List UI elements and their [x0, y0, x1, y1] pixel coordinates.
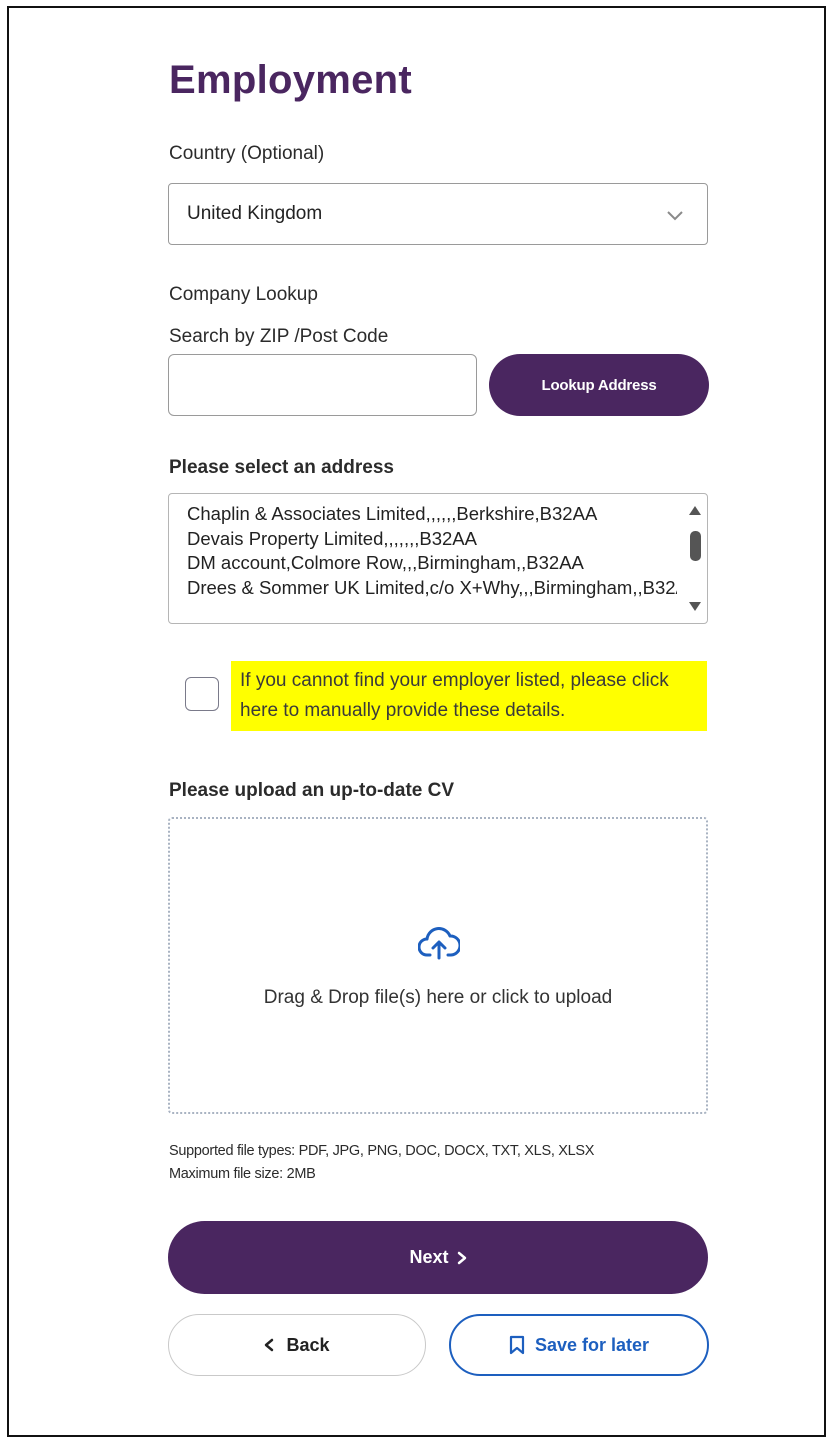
file-requirements: Supported file types: PDF, JPG, PNG, DOC…: [169, 1140, 594, 1186]
address-option[interactable]: Devais Property Limited,,,,,,,B32AA: [187, 527, 677, 552]
back-button-label: Back: [286, 1334, 330, 1355]
bookmark-icon: [509, 1335, 525, 1355]
next-button-label: Next: [409, 1247, 449, 1267]
back-button[interactable]: Back: [168, 1314, 426, 1376]
zip-search-label: Search by ZIP /Post Code: [169, 326, 389, 347]
next-button[interactable]: Next: [168, 1221, 708, 1294]
address-listbox[interactable]: Chaplin & Associates Limited,,,,,,Berksh…: [168, 493, 708, 624]
address-select-label: Please select an address: [169, 457, 394, 478]
chevron-down-icon: [667, 211, 683, 221]
cloud-upload-icon: [418, 927, 460, 960]
manual-entry-text[interactable]: If you cannot find your employer listed,…: [231, 661, 707, 731]
address-option[interactable]: DM account,Colmore Row,,,Birmingham,,B32…: [187, 551, 677, 576]
company-lookup-heading: Company Lookup: [169, 284, 318, 305]
country-label: Country (Optional): [169, 143, 325, 164]
dropzone-text: Drag & Drop file(s) here or click to upl…: [263, 987, 613, 1008]
page-frame: Employment Country (Optional) United Kin…: [7, 6, 826, 1437]
lookup-address-button[interactable]: Lookup Address: [489, 354, 709, 416]
save-button-label: Save for later: [534, 1334, 650, 1355]
scroll-thumb[interactable]: [690, 531, 701, 561]
cv-upload-label: Please upload an up-to-date CV: [169, 780, 455, 801]
manual-entry-checkbox[interactable]: [185, 677, 219, 711]
address-list-scrollbar[interactable]: [683, 494, 707, 623]
country-selected-value: United Kingdom: [187, 203, 323, 224]
country-select[interactable]: United Kingdom: [168, 183, 708, 245]
scroll-up-arrow-icon[interactable]: [689, 506, 701, 515]
cv-upload-dropzone[interactable]: Drag & Drop file(s) here or click to upl…: [168, 817, 708, 1114]
scroll-down-arrow-icon[interactable]: [689, 602, 701, 611]
chevron-left-icon: [265, 1338, 274, 1352]
zip-search-input[interactable]: [168, 354, 477, 416]
chevron-right-icon: [457, 1251, 466, 1264]
save-for-later-button[interactable]: Save for later: [449, 1314, 709, 1376]
supported-file-types: Supported file types: PDF, JPG, PNG, DOC…: [169, 1143, 595, 1159]
address-option[interactable]: Drees & Sommer UK Limited,c/o X+Why,,,Bi…: [187, 576, 677, 601]
page-title: Employment: [169, 58, 413, 102]
max-file-size: Maximum file size: 2MB: [169, 1166, 316, 1182]
address-option[interactable]: Chaplin & Associates Limited,,,,,,Berksh…: [187, 502, 677, 527]
